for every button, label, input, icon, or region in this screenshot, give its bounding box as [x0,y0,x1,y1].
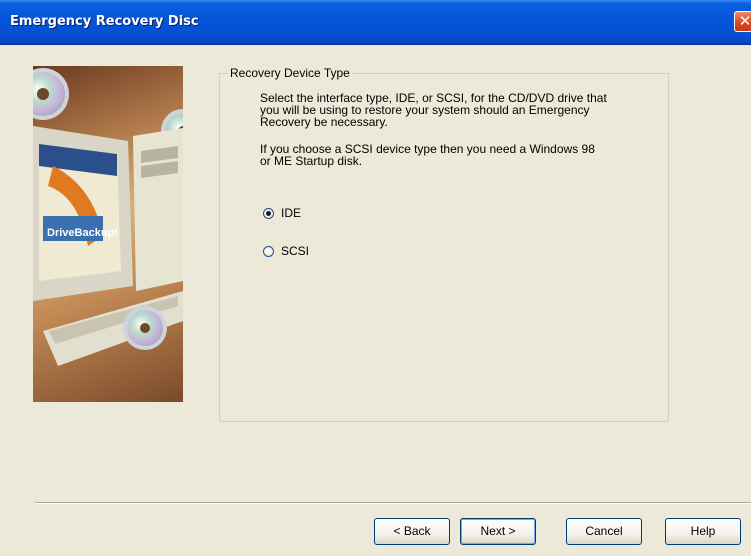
radio-ide[interactable]: IDE [263,206,301,220]
help-button[interactable]: Help [665,518,741,545]
button-separator [35,502,751,504]
computer-tower-icon [133,128,183,291]
radio-scsi[interactable]: SCSI [263,244,309,258]
next-button[interactable]: Next > [460,518,536,545]
radio-ide-button[interactable] [263,207,274,219]
back-button[interactable]: < Back [374,518,450,545]
cd-disc-bottom-icon [123,306,167,350]
title-bar[interactable]: Emergency Recovery Disc ✕ [0,0,751,45]
instruction-line-3: Recovery be necessary. [260,115,388,129]
close-icon: ✕ [738,12,751,30]
monitor-icon [33,126,133,301]
wizard-side-image: DriveBackup! [33,66,183,402]
cancel-button[interactable]: Cancel [566,518,642,545]
radio-ide-label: IDE [281,206,302,220]
radio-scsi-button[interactable] [263,245,274,257]
radio-scsi-label: SCSI [281,244,310,258]
cd-disc-top-icon [33,68,69,120]
scsi-note-line-2: or ME Startup disk. [260,154,363,168]
close-button[interactable]: ✕ [734,11,751,32]
group-title: Recovery Device Type [228,66,352,80]
window-title: Emergency Recovery Disc [10,14,199,29]
computer-illustration: DriveBackup! [33,68,183,366]
brand-logo: DriveBackup! [47,227,118,239]
